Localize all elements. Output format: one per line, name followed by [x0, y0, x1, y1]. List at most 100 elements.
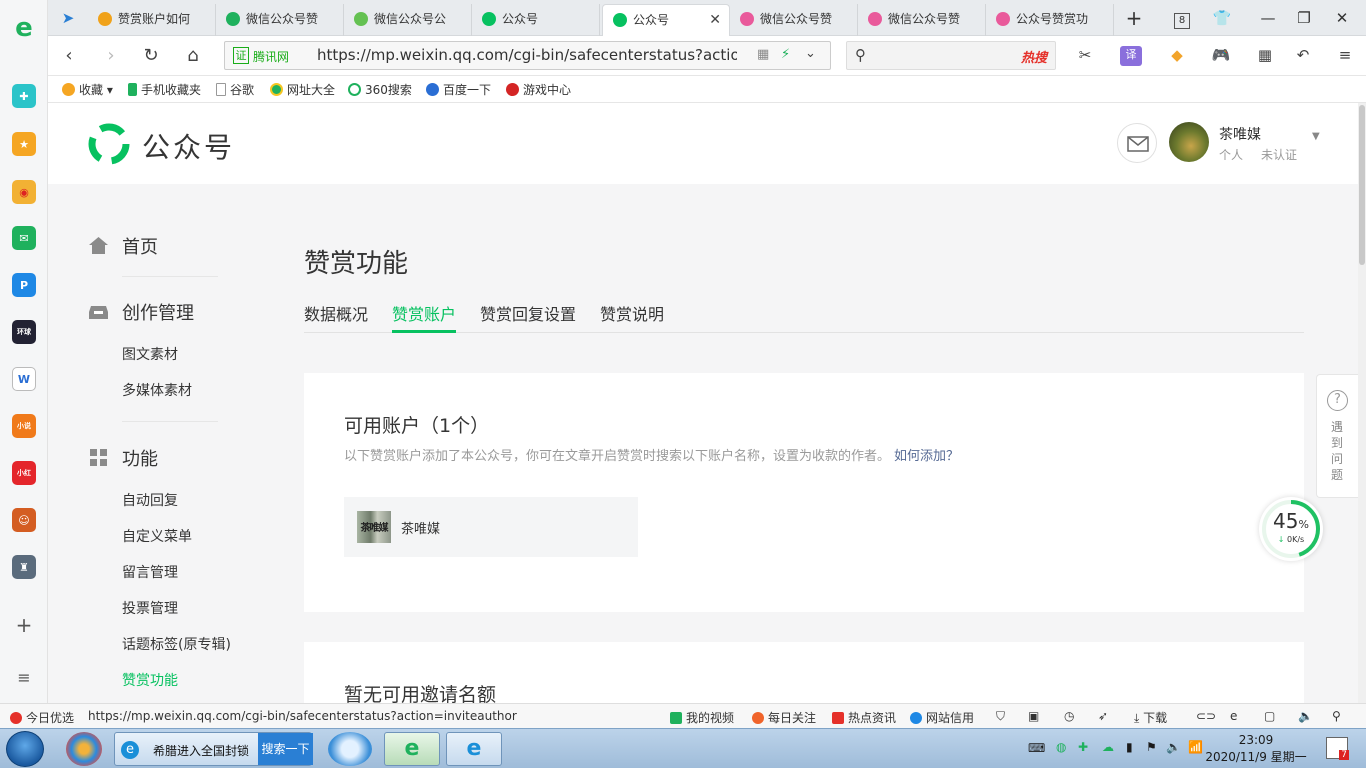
status-hot-news[interactable]: 热点资讯: [832, 709, 896, 726]
sidebar-item-custom-menu[interactable]: 自定义菜单: [122, 526, 192, 546]
game-app-icon[interactable]: ☺: [12, 508, 36, 532]
tab-reward-reply[interactable]: 赞赏回复设置: [480, 301, 576, 333]
minimize-icon[interactable]: —: [1256, 6, 1280, 30]
tab-6[interactable]: 微信公众号赞: [730, 4, 858, 36]
taskbar-app-edge[interactable]: [328, 732, 372, 766]
browser-e-icon[interactable]: e: [1230, 709, 1237, 723]
lightning-icon[interactable]: ⚡: [781, 47, 790, 62]
rocket-icon[interactable]: ➶: [1098, 709, 1108, 723]
news-app-icon[interactable]: 环球: [12, 320, 36, 344]
360-tray-icon[interactable]: ◍: [1056, 740, 1066, 754]
restore-icon[interactable]: ❐: [1292, 6, 1316, 30]
hot-search-label[interactable]: 热搜: [1021, 47, 1047, 66]
tab-reward-account[interactable]: 赞赏账户: [392, 301, 457, 333]
flag-tray-icon[interactable]: ⚑: [1146, 740, 1157, 754]
tab-count-badge[interactable]: 8: [1170, 6, 1194, 30]
sidebar-item-auto-reply[interactable]: 自动回复: [122, 490, 178, 510]
tab-4[interactable]: 公众号: [472, 4, 600, 36]
link-icon[interactable]: ⊂⊃: [1196, 709, 1216, 723]
shield-icon[interactable]: ⛉: [996, 709, 1005, 724]
document-icon[interactable]: W: [12, 367, 36, 391]
taskbar-app-colors[interactable]: [66, 732, 102, 766]
status-site-credit[interactable]: 网站信用: [910, 709, 974, 726]
volume-icon[interactable]: 🔈: [1298, 709, 1313, 723]
bookmark-games[interactable]: 游戏中心: [506, 81, 571, 98]
skin-shirt-icon[interactable]: 👕: [1210, 6, 1234, 30]
plus-cross-icon[interactable]: ✚: [12, 84, 36, 108]
url-text[interactable]: https://mp.weixin.qq.com/cgi-bin/safecen…: [317, 46, 737, 64]
undo-icon[interactable]: ↶: [1292, 46, 1314, 66]
back-icon[interactable]: ‹: [56, 44, 82, 68]
tab-3[interactable]: 微信公众号公: [344, 4, 472, 36]
tab-1[interactable]: 赞赏账户如何: [88, 4, 216, 36]
bookmark-baidu[interactable]: 百度一下: [426, 81, 491, 98]
search-input[interactable]: ⚲ 热搜: [846, 41, 1056, 70]
add-icon[interactable]: +: [12, 613, 36, 637]
bookmark-mobile[interactable]: 手机收藏夹: [128, 81, 201, 98]
sidebar-item-topic-tags[interactable]: 话题标签(原专辑): [122, 634, 231, 654]
window-icon[interactable]: ▢: [1264, 709, 1275, 723]
user-name[interactable]: 茶唯媒: [1219, 124, 1261, 144]
refresh-icon[interactable]: ↻: [138, 44, 164, 68]
taskbar-news-task[interactable]: e 希腊进入全国封锁 搜索一下: [114, 732, 313, 766]
sidebar-item-news-material[interactable]: 图文素材: [122, 344, 178, 364]
vertical-scrollbar[interactable]: [1358, 103, 1366, 703]
tab-data-overview[interactable]: 数据概况: [304, 301, 368, 333]
mail-icon[interactable]: ✉: [12, 226, 36, 250]
plus-tray-icon[interactable]: ✚: [1078, 740, 1088, 754]
address-input[interactable]: 证 腾讯网 https://mp.weixin.qq.com/cgi-bin/s…: [224, 41, 831, 70]
notification-badge[interactable]: 7: [1326, 737, 1349, 760]
browser-e-logo-icon[interactable]: e: [12, 13, 36, 43]
sidebar-item-reward[interactable]: 赞赏功能: [122, 670, 178, 690]
help-button[interactable]: ? 遇到问题: [1316, 374, 1358, 498]
mail-button[interactable]: [1117, 123, 1157, 163]
close-window-icon[interactable]: ✕: [1330, 6, 1354, 30]
p-app-icon[interactable]: P: [12, 273, 36, 297]
sidebar-item-comments[interactable]: 留言管理: [122, 562, 178, 582]
qr-icon[interactable]: ▦: [757, 47, 769, 62]
chevron-down-icon[interactable]: ▼: [1312, 131, 1320, 142]
bookmark-favorites[interactable]: 收藏 ▾: [62, 81, 113, 98]
status-daily[interactable]: 每日关注: [752, 709, 816, 726]
usb-tray-icon[interactable]: ▮: [1126, 740, 1133, 754]
new-tab-icon[interactable]: +: [1122, 6, 1146, 30]
scrollbar-thumb[interactable]: [1359, 105, 1365, 265]
scissors-icon[interactable]: ✂: [1074, 46, 1096, 66]
game2-app-icon[interactable]: ♜: [12, 555, 36, 579]
speaker-tray-icon[interactable]: 🔈: [1166, 740, 1181, 754]
tab-2[interactable]: 微信公众号赞: [216, 4, 344, 36]
red-app-icon[interactable]: 小红: [12, 461, 36, 485]
list-menu-icon[interactable]: ≡: [12, 665, 36, 689]
tab-7[interactable]: 微信公众号赞: [858, 4, 986, 36]
bookmark-360[interactable]: 360搜索: [348, 81, 412, 98]
bookmark-sites[interactable]: 网址大全: [270, 81, 335, 98]
keyboard-icon[interactable]: ⌨: [1028, 741, 1045, 755]
novel-app-icon[interactable]: 小说: [12, 414, 36, 438]
image-icon[interactable]: ▣: [1028, 709, 1039, 723]
shield-coin-icon[interactable]: ◆: [1166, 46, 1188, 66]
zoom-icon[interactable]: ⚲: [1332, 709, 1341, 723]
sidebar-item-media-material[interactable]: 多媒体素材: [122, 380, 192, 400]
brand-title[interactable]: 公众号: [142, 126, 235, 166]
wechat-tray-icon[interactable]: ☁: [1102, 740, 1114, 754]
grid-icon[interactable]: ▦: [1254, 46, 1276, 66]
task-search-button[interactable]: 搜索一下: [258, 733, 313, 765]
status-my-videos[interactable]: 我的视频: [670, 709, 734, 726]
star-favorites-icon[interactable]: ★: [12, 132, 36, 156]
close-icon[interactable]: ✕: [709, 5, 721, 35]
translate-icon[interactable]: 译: [1120, 46, 1142, 66]
account-item[interactable]: 茶唯媒 茶唯媒: [344, 497, 638, 557]
wechat-mp-logo-icon[interactable]: [88, 123, 130, 165]
tab-8[interactable]: 公众号赞赏功: [986, 4, 1114, 36]
chevron-down-icon[interactable]: ⌄: [805, 46, 816, 61]
forward-icon[interactable]: ›: [98, 44, 124, 68]
menu-icon[interactable]: ≡: [1334, 46, 1356, 66]
bookmark-google[interactable]: 谷歌: [216, 81, 254, 98]
today-picks[interactable]: 今日优选: [10, 709, 74, 726]
gamepad-icon[interactable]: 🎮: [1210, 46, 1232, 66]
taskbar-app-360[interactable]: e: [384, 732, 440, 766]
start-button[interactable]: [6, 731, 44, 767]
how-to-add-link[interactable]: 如何添加？: [894, 449, 959, 464]
sidebar-item-votes[interactable]: 投票管理: [122, 598, 178, 618]
system-clock[interactable]: 23:09 2020/11/9 星期一: [1196, 732, 1316, 766]
